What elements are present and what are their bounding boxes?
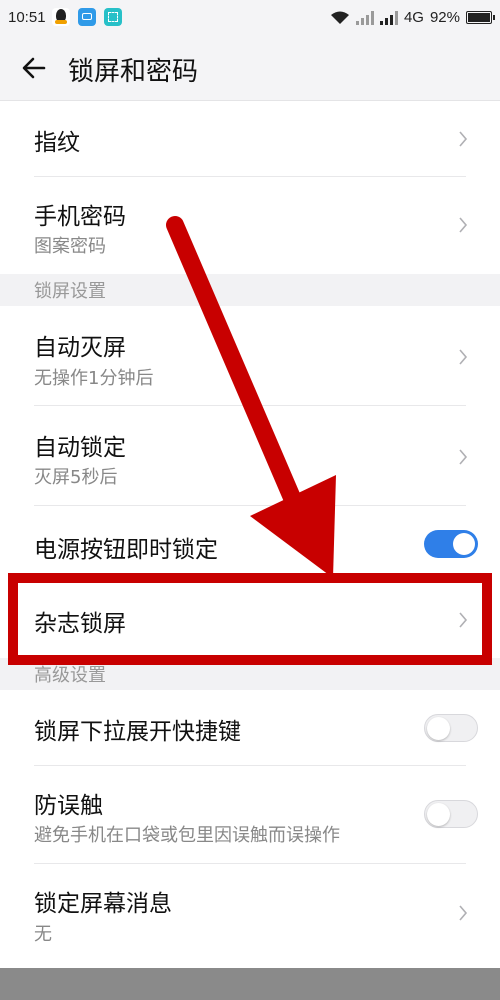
chevron-right-icon [459, 349, 468, 365]
item-subtitle: 避免手机在口袋或包里因误触而误操作 [34, 825, 340, 846]
signal-icon-sim1 [355, 10, 374, 25]
bottom-shadow-bar [0, 968, 500, 1000]
back-arrow-icon[interactable] [20, 54, 48, 82]
magazine-lockscreen-item[interactable]: 杂志锁屏 [0, 582, 500, 658]
message-icon [78, 8, 96, 26]
status-time: 10:51 [8, 9, 46, 26]
item-subtitle: 图案密码 [34, 236, 106, 257]
item-title: 自动锁定 [34, 435, 126, 461]
item-title: 电源按钮即时锁定 [34, 537, 218, 563]
toggle-knob [427, 802, 450, 826]
accidental-touch-toggle[interactable] [424, 800, 478, 828]
toggle-knob [427, 716, 450, 740]
toggle-knob [453, 533, 475, 555]
auto-screen-off-item[interactable]: 自动灭屏 无操作1分钟后 [0, 306, 500, 406]
wifi-icon [330, 11, 350, 25]
chevron-right-icon [459, 449, 468, 465]
accidental-touch-item: 防误触 避免手机在口袋或包里因误触而误操作 [0, 766, 500, 864]
item-subtitle: 无操作1分钟后 [34, 368, 154, 389]
item-title: 锁屏下拉展开快捷键 [34, 719, 241, 745]
item-subtitle: 灭屏5秒后 [34, 467, 118, 488]
status-bar: 10:51 4G 92% [0, 0, 500, 36]
network-type: 4G [403, 9, 424, 26]
item-title: 指纹 [34, 130, 80, 156]
section-title: 高级设置 [34, 665, 106, 686]
power-button-lock-toggle[interactable] [424, 530, 478, 558]
item-title: 杂志锁屏 [34, 611, 126, 637]
power-button-lock-item: 电源按钮即时锁定 [0, 506, 500, 582]
section-header-advanced: 高级设置 [0, 658, 500, 690]
title-bar: 锁屏和密码 [0, 36, 500, 101]
item-subtitle: 无 [34, 924, 52, 945]
phone-password-item[interactable]: 手机密码 图案密码 [0, 177, 500, 274]
auto-lock-item[interactable]: 自动锁定 灭屏5秒后 [0, 406, 500, 506]
lockscreen-notifications-item[interactable]: 锁定屏幕消息 无 [0, 864, 500, 968]
section-title: 锁屏设置 [34, 281, 106, 302]
pulldown-shortcut-item: 锁屏下拉展开快捷键 [0, 690, 500, 766]
battery-icon [466, 11, 495, 24]
chevron-right-icon [459, 131, 468, 147]
signal-icon-sim2 [379, 10, 398, 25]
qq-icon [52, 8, 70, 26]
section-header-lockscreen: 锁屏设置 [0, 274, 500, 306]
page-title: 锁屏和密码 [68, 57, 199, 87]
chevron-right-icon [459, 612, 468, 628]
chevron-right-icon [459, 905, 468, 921]
fingerprint-item[interactable]: 指纹 [0, 101, 500, 177]
item-title: 自动灭屏 [34, 335, 126, 361]
scan-icon [104, 8, 122, 26]
item-title: 手机密码 [34, 204, 126, 230]
pulldown-shortcut-toggle[interactable] [424, 714, 478, 742]
chevron-right-icon [459, 217, 468, 233]
item-title: 防误触 [34, 793, 103, 819]
item-title: 锁定屏幕消息 [34, 891, 172, 917]
battery-percent: 92% [429, 9, 460, 26]
